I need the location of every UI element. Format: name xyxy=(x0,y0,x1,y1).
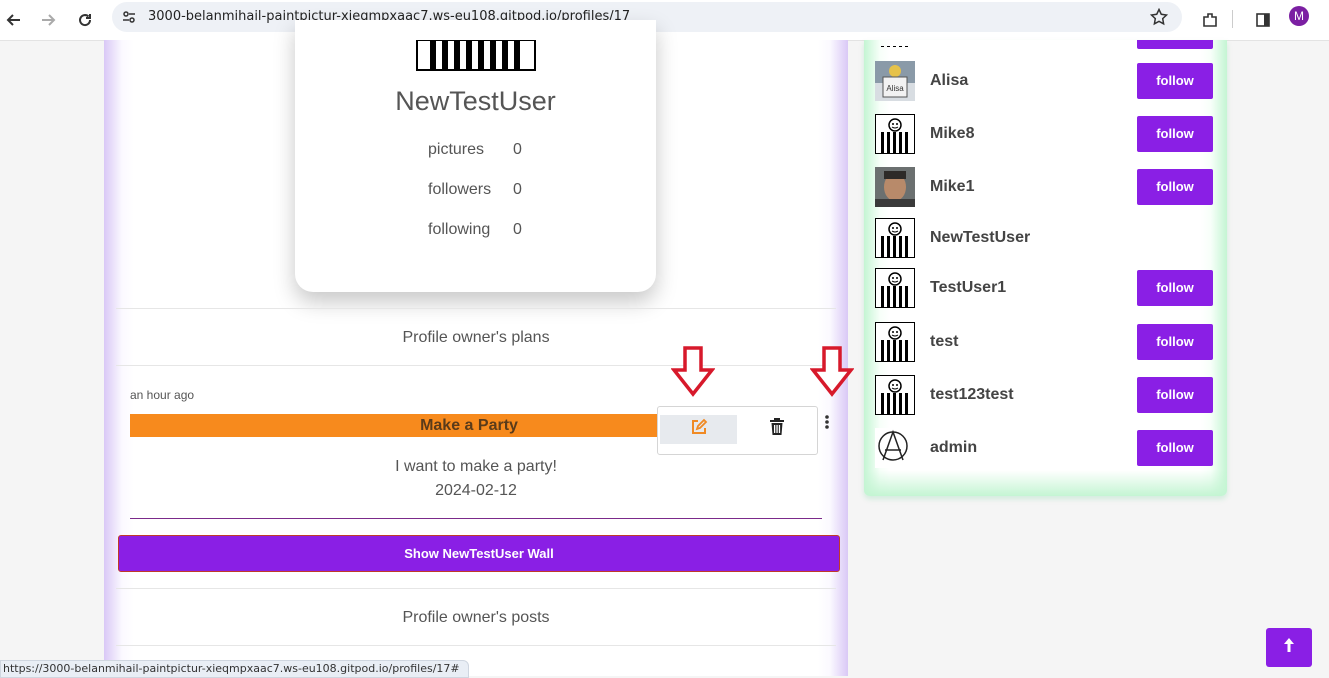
site-settings-icon[interactable] xyxy=(122,10,136,29)
avatar[interactable] xyxy=(875,167,915,207)
scroll-to-top-button[interactable] xyxy=(1266,628,1312,667)
divider xyxy=(116,645,836,646)
plans-section-title: Profile owner's plans xyxy=(402,329,550,346)
annotation-arrow-icon xyxy=(809,346,855,398)
follow-button[interactable] xyxy=(1137,40,1213,49)
user-row-test123test: test123test follow xyxy=(875,375,1215,417)
plan-description: I want to make a party! xyxy=(395,458,557,475)
user-name[interactable]: test123test xyxy=(930,386,1014,404)
browser-profile-avatar[interactable]: M xyxy=(1289,6,1309,26)
user-name[interactable]: Alisa xyxy=(930,72,968,90)
avatar[interactable] xyxy=(875,268,915,308)
extensions-icon[interactable] xyxy=(1196,6,1224,34)
arrow-up-icon xyxy=(1283,637,1295,658)
trash-icon xyxy=(769,418,785,441)
follow-button[interactable]: follow xyxy=(1137,116,1213,152)
user-name[interactable]: NewTestUser xyxy=(930,229,1030,247)
plan-timestamp: an hour ago xyxy=(130,388,195,402)
follow-button[interactable]: follow xyxy=(1137,430,1213,466)
profile-avatar xyxy=(416,39,536,71)
user-name[interactable]: test xyxy=(930,333,958,351)
stat-pictures-value: 0 xyxy=(513,141,522,158)
browser-toolbar: 3000-belanmihail-paintpictur-xieqmpxaac7… xyxy=(0,0,1329,41)
side-panel-icon[interactable] xyxy=(1249,6,1277,34)
user-name[interactable]: TestUser1 xyxy=(930,279,1006,297)
stat-followers-value: 0 xyxy=(513,181,522,198)
profile-name: NewTestUser xyxy=(395,86,556,116)
user-name[interactable]: Mike8 xyxy=(930,125,974,143)
stat-pictures-label: pictures xyxy=(428,141,485,158)
show-wall-button[interactable]: Show NewTestUser Wall xyxy=(118,535,840,572)
user-row-testuser1: TestUser1 follow xyxy=(875,268,1215,310)
edit-icon xyxy=(690,418,708,441)
stat-following-label: following xyxy=(428,221,491,238)
bookmark-star-icon[interactable] xyxy=(1149,7,1169,31)
follow-button[interactable]: follow xyxy=(1137,169,1213,205)
follow-button[interactable]: follow xyxy=(1137,377,1213,413)
user-name[interactable]: admin xyxy=(930,439,977,457)
user-row-alisa: Alisa Alisa follow xyxy=(875,61,1215,103)
stat-followers-label: followers xyxy=(428,181,492,198)
user-row-mike8: Mike8 follow xyxy=(875,114,1215,156)
posts-section-title: Profile owner's posts xyxy=(402,609,550,626)
divider xyxy=(116,308,836,309)
follow-button[interactable]: follow xyxy=(1137,270,1213,306)
toolbar-divider xyxy=(1232,10,1233,28)
users-panel-glow xyxy=(864,470,1227,496)
annotation-arrow-icon xyxy=(670,346,716,398)
avatar[interactable] xyxy=(875,375,915,415)
divider xyxy=(116,365,836,366)
avatar[interactable]: Alisa xyxy=(875,61,915,101)
user-row-test: test follow xyxy=(875,322,1215,364)
avatar[interactable] xyxy=(875,218,915,258)
edit-plan-button[interactable] xyxy=(660,415,737,444)
user-row-mike1: Mike1 follow xyxy=(875,167,1215,209)
avatar[interactable] xyxy=(875,428,915,468)
follow-button[interactable]: follow xyxy=(1137,324,1213,360)
back-icon[interactable] xyxy=(0,6,28,34)
plan-divider xyxy=(130,518,822,519)
avatar[interactable] xyxy=(875,114,915,154)
stat-following-value: 0 xyxy=(513,221,522,238)
more-options-icon[interactable] xyxy=(819,412,835,432)
divider xyxy=(116,588,836,589)
user-row-newtestuser: NewTestUser xyxy=(875,218,1215,260)
avatar[interactable] xyxy=(875,322,915,362)
user-row-admin: admin follow xyxy=(875,428,1215,470)
follow-button[interactable]: follow xyxy=(1137,63,1213,99)
avatar xyxy=(875,40,915,47)
reload-icon[interactable] xyxy=(71,6,99,34)
forward-icon[interactable] xyxy=(34,6,62,34)
svg-text:Alisa: Alisa xyxy=(886,84,904,93)
user-name[interactable]: Mike1 xyxy=(930,178,974,196)
delete-plan-button[interactable] xyxy=(738,415,815,444)
status-bar-url: https://3000-belanmihail-paintpictur-xie… xyxy=(0,660,469,678)
plan-date: 2024-02-12 xyxy=(435,482,517,499)
